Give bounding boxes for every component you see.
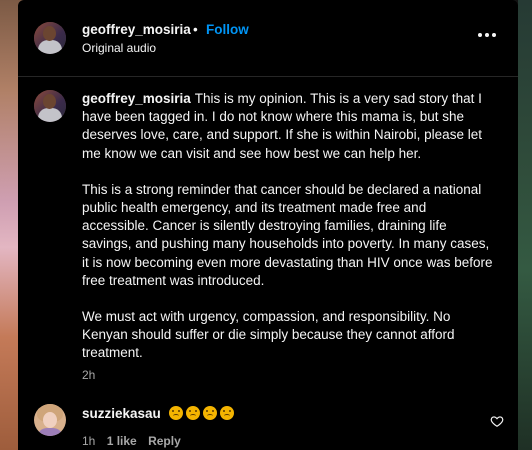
comment-likes-count[interactable]: 1 like (107, 434, 137, 448)
author-username[interactable]: geoffrey_mosiria (82, 22, 191, 37)
sad-face-emoji (219, 406, 234, 420)
caption-author-avatar[interactable] (34, 90, 66, 122)
comment-text (168, 406, 237, 421)
separator-dot: • (193, 22, 198, 37)
post-caption: geoffrey_mosiria This is my opinion. This… (82, 90, 494, 363)
author-avatar[interactable] (34, 22, 66, 54)
caption-username[interactable]: geoffrey_mosiria (82, 91, 191, 106)
original-audio-link[interactable]: Original audio (82, 41, 156, 55)
caption-paragraph-3: We must act with urgency, compassion, an… (82, 309, 455, 361)
caption-paragraph-1: geoffrey_mosiria This is my opinion. This… (82, 90, 494, 163)
comment-meta: 1h 1 like Reply (82, 434, 189, 448)
header-divider (18, 76, 518, 77)
post-comments-panel: geoffrey_mosiria • Follow Original audio… (18, 0, 518, 450)
comment-item: suzziekasau (82, 406, 237, 421)
sad-face-emoji (168, 406, 183, 420)
page: geoffrey_mosiria • Follow Original audio… (0, 0, 532, 450)
heart-icon[interactable] (490, 414, 504, 428)
comment-timestamp[interactable]: 1h (82, 434, 95, 448)
reply-button[interactable]: Reply (148, 434, 181, 448)
background-blur-right (518, 0, 532, 450)
sad-face-emoji (185, 406, 200, 420)
commenter-username[interactable]: suzziekasau (82, 406, 161, 421)
caption-timestamp[interactable]: 2h (82, 368, 95, 382)
sad-face-emoji (202, 406, 217, 420)
caption-paragraph-2: This is a strong reminder that cancer sh… (82, 181, 493, 288)
commenter-avatar[interactable] (34, 404, 66, 436)
follow-button[interactable]: Follow (206, 22, 249, 37)
more-options-icon[interactable] (472, 20, 502, 50)
post-header: geoffrey_mosiria • Follow Original audio (18, 0, 518, 76)
